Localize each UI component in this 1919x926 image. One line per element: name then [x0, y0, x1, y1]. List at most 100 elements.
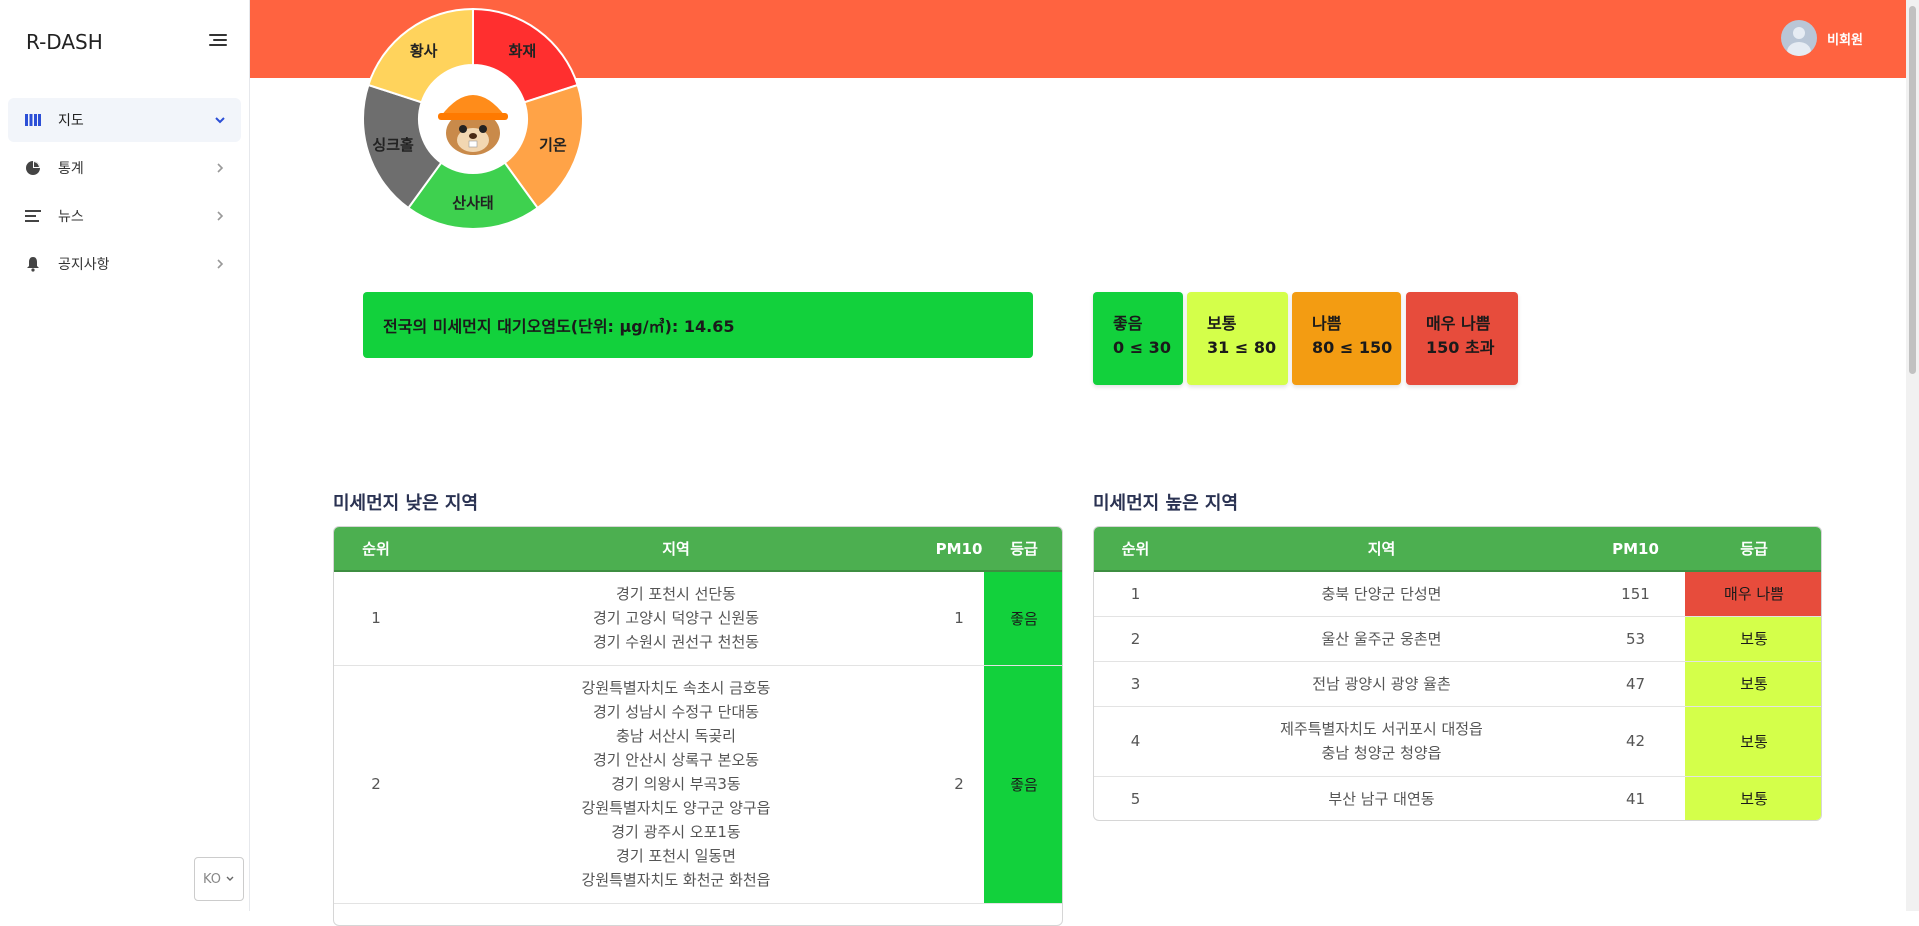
region-name: 경기 포천시 일동면	[616, 847, 736, 865]
grade-name: 매우 나쁨	[1426, 314, 1491, 333]
column-header-region: 지역	[418, 527, 934, 572]
grade-cell: 보통	[1685, 706, 1821, 777]
sidebar-item-label: 공지사항	[58, 257, 110, 273]
grade-legend-moderate: 보통 31 ≤ 80	[1187, 292, 1288, 385]
sidebar-nav: 지도 통계 뉴스 공지사항	[8, 98, 241, 290]
pm10-cell: 53	[1586, 616, 1685, 662]
sidebar-item-map[interactable]: 지도	[8, 98, 241, 142]
sidebar-item-stats[interactable]: 통계	[8, 146, 241, 190]
grade-cell: 보통	[1685, 661, 1821, 707]
low-regions-table: 순위 지역 PM10 등급 1 경기 포천시 선단동 경기 고양시 덕양구 신원동 경…	[333, 526, 1063, 926]
region-name: 경기 안산시 상록구 본오동	[592, 751, 760, 769]
grade-range: 150 초과	[1426, 338, 1495, 357]
table-row: 1 충북 단양군 단성면 151 매우 나쁨	[1094, 571, 1821, 617]
grade-range: 31 ≤ 80	[1207, 338, 1277, 357]
table-row: 3 전남 광양시 광양 율촌 47 보통	[1094, 661, 1821, 707]
region-name: 충남 서산시 독곶리	[616, 727, 736, 745]
region-cell: 경기 포천시 선단동 경기 고양시 덕양구 신원동 경기 수원시 권선구 천천동	[418, 571, 934, 666]
sidebar-item-notice[interactable]: 공지사항	[8, 242, 241, 286]
pm10-cell: 47	[1586, 661, 1685, 707]
wheel-segment-label: 기온	[539, 136, 567, 154]
grade-cell: 매우 나쁨	[1685, 571, 1821, 617]
region-cell: 부산 남구 대연동	[1177, 776, 1586, 820]
column-header-pm10: PM10	[1586, 527, 1685, 572]
sidebar-item-label: 뉴스	[58, 209, 84, 225]
region-name: 부산 남구 대연동	[1328, 789, 1435, 808]
brand-logo[interactable]: R-DASH	[26, 30, 103, 54]
rank-cell: 1	[1094, 571, 1177, 617]
grade-range: 80 ≤ 150	[1312, 338, 1393, 357]
grade-legend-good: 좋음 0 ≤ 30	[1093, 292, 1183, 385]
sidebar-item-news[interactable]: 뉴스	[8, 194, 241, 238]
grade-name: 보통	[1207, 314, 1237, 333]
rank-cell: 2	[1094, 616, 1177, 662]
pm10-cell: 42	[1586, 706, 1685, 777]
column-header-grade: 등급	[984, 527, 1062, 572]
rank-cell: 2	[334, 665, 418, 904]
disaster-category-wheel: 화재기온산사태 싱크홀 황사	[362, 8, 584, 230]
region-cell: 울산 울주군 웅촌면	[1177, 616, 1586, 662]
chevron-right-icon	[217, 163, 224, 173]
wheel-segment-label: 산사태	[452, 194, 493, 212]
grade-name: 나쁨	[1312, 314, 1342, 333]
pm10-cell: 41	[1586, 776, 1685, 820]
region-name: 강원특별자치도 화천군 화천읍	[581, 871, 771, 889]
avatar[interactable]	[1781, 20, 1818, 56]
region-name: 강원특별자치도 양구군 양구읍	[581, 799, 771, 817]
map-icon	[24, 112, 42, 128]
table-row: 5 부산 남구 대연동 41 보통	[1094, 776, 1821, 820]
high-regions-table: 순위 지역 PM10 등급 1 충북 단양군 단성면 151 매우 나쁨 2 울산 울주군…	[1093, 526, 1822, 821]
page-scrollbar[interactable]	[1906, 0, 1919, 911]
region-name: 울산 울주군 웅촌면	[1321, 629, 1442, 648]
language-select[interactable]: KO	[194, 857, 244, 901]
grade-range: 0 ≤ 30	[1113, 338, 1171, 357]
region-name: 경기 의왕시 부곡3동	[611, 775, 741, 793]
national-pm-summary: 전국의 미세먼지 대기오염도(단위: μg/㎥): 14.65	[363, 292, 1033, 358]
wheel-segment-label: 황사	[410, 42, 438, 60]
region-name: 충북 단양군 단성면	[1321, 584, 1442, 603]
column-header-pm10: PM10	[934, 527, 984, 572]
pm10-cell: 151	[1586, 571, 1685, 617]
pm10-cell: 2	[934, 665, 984, 904]
region-cell: 충북 단양군 단성면	[1177, 571, 1586, 617]
region-name: 전남 광양시 광양 율촌	[1312, 674, 1451, 693]
pm10-cell: 1	[934, 571, 984, 666]
chevron-right-icon	[217, 211, 224, 221]
grade-cell: 좋음	[984, 571, 1062, 666]
wheel-segment-label: 싱크홀	[372, 136, 414, 154]
rank-cell: 5	[1094, 776, 1177, 820]
table-row: 1 경기 포천시 선단동 경기 고양시 덕양구 신원동 경기 수원시 권선구 천천동 1…	[334, 571, 1062, 666]
grade-cell: 보통	[1685, 776, 1821, 820]
news-lines-icon	[24, 208, 42, 224]
table-row: 2 울산 울주군 웅촌면 53 보통	[1094, 616, 1821, 662]
wheel-segment-label: 화재	[509, 42, 537, 60]
region-name: 강원특별자치도 속초시 금호동	[581, 679, 771, 697]
chevron-down-icon	[226, 876, 234, 881]
column-header-rank: 순위	[1094, 527, 1177, 572]
sidebar: R-DASH 지도 통계 뉴스 공지사항 KO	[0, 0, 250, 911]
chevron-down-icon	[215, 117, 225, 124]
column-header-rank: 순위	[334, 527, 418, 572]
region-name: 제주특별자치도 서귀포시 대정읍	[1280, 720, 1483, 738]
region-name: 경기 광주시 오포1동	[611, 823, 741, 841]
user-menu[interactable]: 비회원	[1781, 20, 1863, 56]
region-cell: 강원특별자치도 속초시 금호동 경기 성남시 수정구 단대동 충남 서산시 독곶리 경…	[418, 665, 934, 904]
menu-toggle-icon[interactable]	[205, 32, 227, 50]
rank-cell: 1	[334, 571, 418, 666]
region-cell: 제주특별자치도 서귀포시 대정읍충남 청양군 청양읍	[1177, 706, 1586, 777]
language-value: KO	[202, 871, 222, 887]
grade-legend-bad: 나쁨 80 ≤ 150	[1292, 292, 1401, 385]
column-header-grade: 등급	[1685, 527, 1821, 572]
rank-cell: 3	[1094, 661, 1177, 707]
high-regions-title: 미세먼지 높은 지역	[1093, 493, 1239, 514]
rank-cell: 4	[1094, 706, 1177, 777]
table-row: 4 제주특별자치도 서귀포시 대정읍 충남 청양군 청양읍 42 보통	[1094, 706, 1821, 777]
table-row: 2 강원특별자치도 속초시 금호동 경기 성남시 수정구 단대동 충남 서산시 독곶리…	[334, 665, 1062, 904]
grade-name: 좋음	[1113, 314, 1143, 333]
sidebar-item-label: 지도	[58, 113, 84, 129]
low-regions-title: 미세먼지 낮은 지역	[333, 493, 479, 514]
grade-cell: 보통	[1685, 616, 1821, 662]
region-name: 충남 청양군 청양읍	[1321, 744, 1442, 762]
sidebar-item-label: 통계	[58, 161, 84, 177]
scrollbar-thumb[interactable]	[1909, 6, 1916, 374]
